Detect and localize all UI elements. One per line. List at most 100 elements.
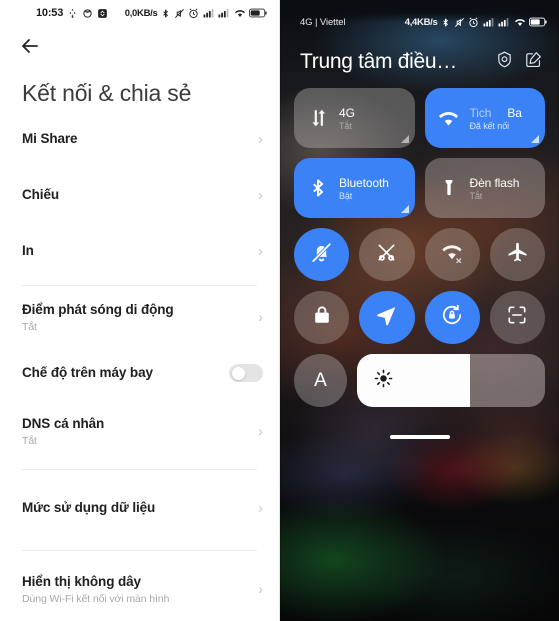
page-title: Kết nối & chia sẻ (22, 80, 192, 106)
list-item-title: Điểm phát sóng di động (22, 302, 174, 318)
status-bar-left: 10:53 (36, 7, 108, 19)
expand-corner-icon[interactable] (531, 135, 539, 143)
settings-list: Mi Share › Chiếu › In › Điểm phát sóng d… (0, 119, 279, 621)
list-item-chieu[interactable]: Chiếu › (0, 175, 279, 215)
signal-sim2-icon (498, 17, 510, 27)
location-arrow-icon (375, 304, 398, 332)
list-item-data-usage[interactable]: Mức sử dụng dữ liệu › (0, 488, 279, 528)
tile-subtitle: Tắt (469, 190, 483, 201)
tile-subtitle: Đã kết nối (469, 120, 510, 131)
header-icons (495, 50, 543, 74)
toggle-row-2 (294, 291, 545, 344)
bluetooth-icon (441, 17, 450, 28)
control-center-title: Trung tâm điều… (300, 50, 457, 73)
wifi-icon (514, 17, 526, 27)
expand-corner-icon[interactable] (400, 135, 409, 143)
bluetooth-tile[interactable]: Bluetooth Bật (294, 158, 415, 218)
screenshot-toggle[interactable] (489, 291, 545, 344)
alarm-icon (188, 8, 199, 19)
vpn-icon (67, 8, 78, 19)
chevron-right-icon: › (258, 242, 263, 260)
status-bar-right: 4,4KB/s (405, 17, 547, 28)
eye-care-icon (82, 8, 93, 19)
quick-settings-tiles: 4G Tắt Tich Ba Đã kết nối Bluetooth Bật … (280, 74, 559, 407)
chevron-right-icon: › (258, 186, 263, 204)
airplane-icon (506, 241, 529, 269)
flashlight-icon (437, 176, 461, 200)
chevron-right-icon: › (258, 499, 263, 517)
hotspot-toggle[interactable] (424, 228, 480, 281)
tile-row-2: Bluetooth Bật Đèn flash Tắt (294, 158, 545, 218)
control-center-panel: 4G | Viettel 4,4KB/s Trung tâm điều… 4G … (280, 0, 559, 621)
list-item-subtitle: Tắt (22, 434, 37, 447)
list-item-private-dns[interactable]: DNS cá nhân Tắt › (0, 411, 279, 451)
lock-icon (311, 304, 333, 331)
lock-screen-toggle[interactable] (294, 291, 350, 344)
tile-subtitle: Tắt (339, 120, 352, 131)
silent-mode-toggle[interactable] (294, 228, 350, 281)
rotate-lock-icon (440, 303, 464, 332)
list-item-title: Chế độ trên máy bay (22, 364, 153, 380)
tile-texts: Tich Ba Đã kết nối (470, 106, 522, 131)
wifi-icon (234, 8, 246, 18)
alarm-icon (468, 17, 479, 28)
settings-panel: 10:53 0,0KB/s Kết nối & chia sẻ Mi Share… (0, 0, 280, 621)
flashlight-tile[interactable]: Đèn flash Tắt (424, 158, 545, 218)
wifi-ssid: Tich Ba (470, 106, 522, 120)
list-item-title: Mi Share (22, 130, 78, 146)
auto-rotate-toggle[interactable] (424, 291, 480, 344)
tile-title: Tich (469, 105, 492, 120)
home-indicator[interactable] (389, 435, 450, 439)
list-item-mi-share[interactable]: Mi Share › (0, 119, 279, 159)
switch-knob (232, 366, 245, 380)
list-item-title: DNS cá nhân (22, 416, 105, 432)
battery-icon (529, 17, 547, 27)
tile-texts: Đèn flash Tắt (470, 176, 520, 201)
list-item-title: Mức sử dụng dữ liệu (22, 499, 156, 515)
mobile-data-tile[interactable]: 4G Tắt (294, 88, 415, 148)
tile-title: 4G (339, 105, 355, 120)
location-toggle[interactable] (359, 291, 415, 344)
back-button[interactable] (18, 34, 42, 58)
edit-icon[interactable] (524, 50, 543, 74)
list-item-wireless-display[interactable]: Hiển thị không dây Dùng Wi-Fi kết nối vớ… (0, 569, 279, 609)
airplane-mode-switch[interactable] (229, 364, 263, 382)
list-item-hotspot[interactable]: Điểm phát sóng di động Tắt › (0, 297, 279, 337)
bluetooth-icon (161, 8, 170, 19)
list-item-airplane-mode[interactable]: Chế độ trên máy bay (0, 353, 279, 393)
auto-brightness-label: A (314, 369, 327, 391)
cast-toggle[interactable] (359, 228, 415, 281)
signal-sim1-icon (203, 8, 215, 18)
brightness-row: A (294, 354, 545, 407)
list-item-title: Hiển thị không dây (22, 574, 141, 590)
mute-icon (454, 17, 465, 28)
airplane-mode-toggle[interactable] (489, 228, 545, 281)
sync-icon (97, 8, 108, 19)
tile-title-2: Ba (507, 105, 522, 120)
chevron-right-icon: › (258, 580, 263, 598)
tile-texts: Bluetooth Bật (339, 176, 389, 201)
bell-mute-icon (310, 241, 333, 269)
list-item-in[interactable]: In › (0, 231, 279, 271)
settings-gear-icon[interactable] (495, 50, 514, 74)
brightness-slider[interactable] (357, 354, 545, 407)
signal-sim1-icon (483, 17, 495, 27)
list-item-subtitle: Tắt (22, 320, 37, 333)
control-center-status-bar: 4G | Viettel 4,4KB/s (280, 0, 559, 44)
divider (22, 285, 257, 286)
signal-sim2-icon (218, 8, 230, 18)
list-item-title: In (22, 242, 34, 258)
bluetooth-icon (306, 176, 330, 200)
expand-corner-icon[interactable] (400, 205, 409, 213)
wifi-tile[interactable]: Tich Ba Đã kết nối (424, 88, 545, 148)
toggle-row-1 (294, 228, 545, 281)
data-transfer-icon (306, 106, 330, 130)
tile-title: Bluetooth (339, 175, 389, 190)
carrier-label: 4G | Viettel (300, 16, 346, 28)
battery-icon (249, 8, 267, 18)
divider (22, 469, 257, 470)
screenshot-frame-icon (506, 304, 528, 331)
chevron-right-icon: › (258, 308, 263, 326)
wifi-icon (437, 106, 461, 130)
auto-brightness-button[interactable]: A (294, 354, 347, 407)
